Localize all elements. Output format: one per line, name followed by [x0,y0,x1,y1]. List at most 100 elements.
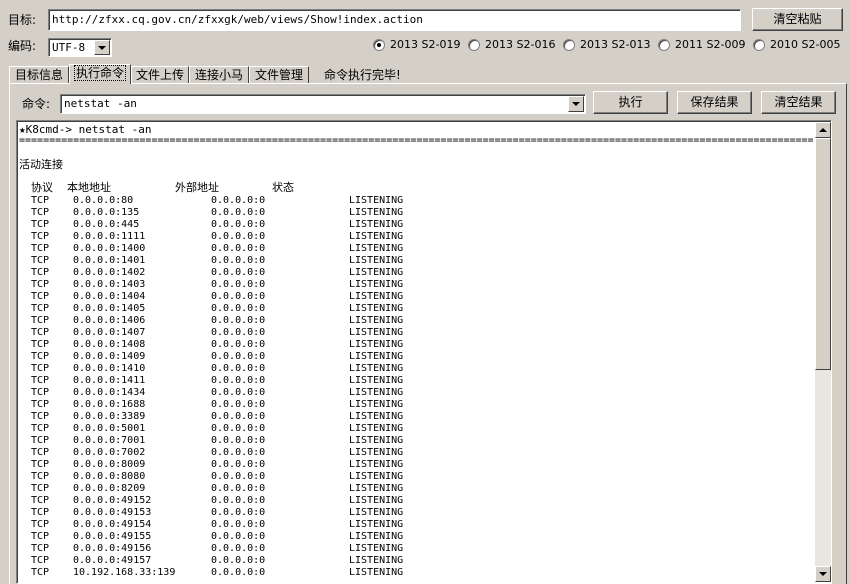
cell-state: LISTENING [349,435,404,446]
cell-state: LISTENING [349,471,404,482]
cell-proto: TCP [31,243,50,254]
cell-state: LISTENING [349,207,404,218]
cell-proto: TCP [31,507,50,518]
arrow-up-icon [819,128,827,132]
target-url-text: http://zfxx.cq.gov.cn/zfxxgk/web/views/S… [52,13,423,26]
cell-proto: TCP [31,219,50,230]
cell-state: LISTENING [349,447,404,458]
cell-local: 0.0.0.0:1407 [73,327,146,338]
execute-button[interactable]: 执行 [593,91,668,114]
cell-state: LISTENING [349,363,404,374]
cell-foreign: 0.0.0.0:0 [211,243,266,254]
target-url-input[interactable]: http://zfxx.cq.gov.cn/zfxxgk/web/views/S… [48,9,741,31]
cell-foreign: 0.0.0.0:0 [211,327,266,338]
tab-label: 连接小马 [194,68,243,82]
scroll-up-button[interactable] [815,122,831,138]
radio-icon[interactable] [658,39,670,51]
col-foreign-header: 外部地址 [175,181,219,194]
cell-foreign: 0.0.0.0:0 [211,435,266,446]
encoding-value: UTF-8 [52,41,86,54]
cell-foreign: 0.0.0.0:0 [211,471,266,482]
cell-state: LISTENING [349,411,404,422]
cell-foreign: 0.0.0.0:0 [211,363,266,374]
cell-local: 0.0.0.0:1401 [73,255,146,266]
cell-foreign: 0.0.0.0:0 [211,303,266,314]
cell-state: LISTENING [349,423,404,434]
cell-state: LISTENING [349,279,404,290]
chevron-down-icon[interactable] [94,40,110,55]
radio-icon[interactable] [373,39,385,51]
cell-foreign: 0.0.0.0:0 [211,543,266,554]
cell-local: 0.0.0.0:49153 [73,507,152,518]
cell-state: LISTENING [349,375,404,386]
col-local-header: 本地地址 [67,181,111,194]
cell-foreign: 0.0.0.0:0 [211,555,266,566]
cell-state: LISTENING [349,483,404,494]
cell-local: 0.0.0.0:1403 [73,279,146,290]
encoding-select[interactable]: UTF-8 [48,38,112,57]
cell-foreign: 0.0.0.0:0 [211,231,266,242]
clear-result-button[interactable]: 清空结果 [761,91,836,114]
scroll-thumb[interactable] [815,138,831,370]
save-result-button[interactable]: 保存结果 [677,91,752,114]
cell-proto: TCP [31,303,50,314]
cell-foreign: 0.0.0.0:0 [211,495,266,506]
tab-connect-shell[interactable]: 连接小马 [189,66,249,83]
cell-proto: TCP [31,519,50,530]
cell-local: 0.0.0.0:1402 [73,267,146,278]
chevron-down-icon[interactable] [568,96,584,112]
cell-proto: TCP [31,555,50,566]
cell-local: 0.0.0.0:49156 [73,543,152,554]
cell-proto: TCP [31,399,50,410]
tab-execute-command[interactable]: 执行命令 [69,64,131,84]
cell-local: 0.0.0.0:445 [73,219,140,230]
radio-icon[interactable] [563,39,575,51]
cell-foreign: 0.0.0.0:0 [211,279,266,290]
cell-foreign: 0.0.0.0:0 [211,255,266,266]
cell-state: LISTENING [349,291,404,302]
cell-proto: TCP [31,255,50,266]
clear-paste-button[interactable]: 清空粘贴 [752,8,843,31]
scrollbar[interactable] [815,122,831,582]
cell-proto: TCP [31,231,50,242]
cell-state: LISTENING [349,495,404,506]
output-area[interactable]: ★K8cmd-> netstat -an ===================… [16,120,832,584]
cell-proto: TCP [31,339,50,350]
cell-state: LISTENING [349,567,404,578]
cell-local: 0.0.0.0:1400 [73,243,146,254]
tab-label: 执行命令 [73,65,126,81]
cell-proto: TCP [31,543,50,554]
cell-local: 10.192.168.33:139 [73,567,176,578]
cell-state: LISTENING [349,351,404,362]
cell-local: 0.0.0.0:5001 [73,423,146,434]
radio-icon[interactable] [468,39,480,51]
command-label: 命令: [22,97,51,111]
cell-local: 0.0.0.0:1404 [73,291,146,302]
cell-state: LISTENING [349,387,404,398]
cell-foreign: 0.0.0.0:0 [211,207,266,218]
cell-proto: TCP [31,471,50,482]
exploit-label: 2011 S2-009 [675,38,746,51]
cell-state: LISTENING [349,543,404,554]
cell-proto: TCP [31,435,50,446]
tab-file-manager[interactable]: 文件管理 [249,66,309,83]
encoding-label: 编码: [8,39,37,53]
status-text: 命令执行完毕! [324,68,401,82]
cell-state: LISTENING [349,507,404,518]
target-label: 目标: [8,13,37,27]
cell-foreign: 0.0.0.0:0 [211,567,266,578]
arrow-down-icon [819,572,827,576]
tab-target-info[interactable]: 目标信息 [9,66,69,83]
cell-proto: TCP [31,495,50,506]
scroll-down-button[interactable] [815,566,831,582]
exploit-label: 2013 S2-013 [580,38,651,51]
cell-state: LISTENING [349,531,404,542]
cell-proto: TCP [31,387,50,398]
tab-file-upload[interactable]: 文件上传 [131,66,189,83]
command-input[interactable]: netstat -an [60,94,586,114]
radio-icon[interactable] [753,39,765,51]
cell-state: LISTENING [349,267,404,278]
cell-foreign: 0.0.0.0:0 [211,267,266,278]
cell-proto: TCP [31,327,50,338]
cell-state: LISTENING [349,339,404,350]
